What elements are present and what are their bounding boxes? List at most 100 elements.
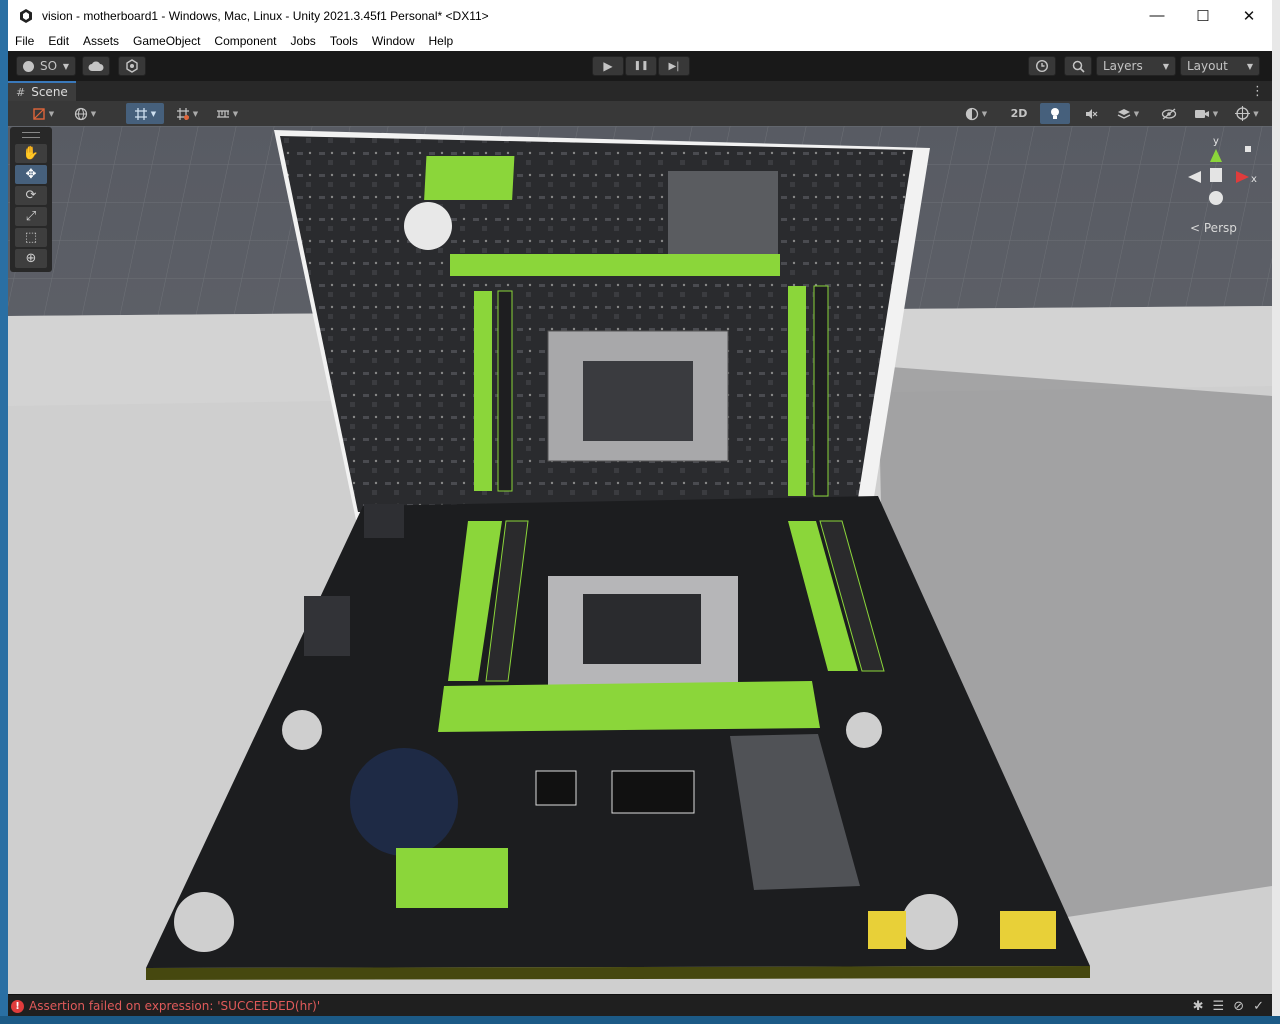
collab-button[interactable] (118, 56, 146, 76)
step-button[interactable]: ▶| (658, 56, 690, 76)
motherboard-edge (146, 966, 1090, 980)
tab-scene-label: Scene (31, 85, 68, 99)
search-button[interactable] (1064, 56, 1092, 76)
grid-visibility-icon (176, 107, 189, 120)
transform-icon: ⊕ (25, 251, 37, 266)
cache-server-icon[interactable]: ☰ (1213, 999, 1225, 1014)
global-local-dropdown[interactable]: ▼ (66, 103, 104, 124)
audio-toggle[interactable] (1076, 103, 1106, 124)
layout-dropdown[interactable]: Layout ▼ (1180, 56, 1260, 76)
rotate-tool-button[interactable]: ⟳ (15, 186, 47, 205)
light-bulb-icon (1051, 107, 1059, 119)
scene-toolbar: ▼ ▼ ▼ ▼ ▼ ▼ 2D ▼ ▼ ▼ (8, 101, 1272, 126)
palette-drag-handle[interactable] (22, 132, 40, 138)
cpu-socket-cover-top (583, 361, 693, 441)
menu-file[interactable]: File (8, 31, 41, 51)
fan-header-3d-3 (282, 710, 322, 750)
cmos-battery-3d (350, 748, 458, 856)
increment-snapping-dropdown[interactable]: ▼ (208, 103, 246, 124)
status-bar: ! Assertion failed on expression: 'SUCCE… (8, 994, 1272, 1017)
jumper-yellow-1 (868, 911, 906, 949)
ram-slot-top-2 (497, 290, 513, 492)
shading-mode-dropdown[interactable]: ▼ (956, 103, 996, 124)
fan-header-3d-2 (902, 894, 958, 950)
eye-slash-icon (1161, 108, 1177, 119)
gizmos-dropdown[interactable]: ▼ (1228, 103, 1266, 124)
scale-tool-button[interactable]: ⤢ (15, 207, 47, 226)
chipset-heatsink-top (668, 171, 778, 261)
menu-tools[interactable]: Tools (323, 31, 365, 51)
menu-window[interactable]: Window (365, 31, 422, 51)
fan-header-3d-1 (174, 892, 234, 952)
scene-render: y x (8, 126, 1272, 994)
chevron-down-icon: ▼ (1246, 61, 1253, 71)
menu-help[interactable]: Help (422, 31, 461, 51)
effects-dropdown[interactable]: ▼ (1110, 103, 1146, 124)
play-button[interactable]: ▶ (592, 56, 624, 76)
lighting-toggle[interactable] (1040, 103, 1070, 124)
check-circle-icon[interactable]: ✓ (1253, 999, 1264, 1014)
grid-snapping-toggle[interactable]: ▼ (126, 103, 164, 124)
io-port-3d (304, 596, 350, 656)
sata-ports-3d (396, 848, 508, 908)
main-toolbar: SO ▼ ▶ ❚❚ ▶| Layers ▼ Layout ▼ (8, 51, 1272, 82)
console-status-message[interactable]: Assertion failed on expression: 'SUCCEED… (29, 999, 1193, 1013)
rect-transform-icon: ⬚ (24, 230, 38, 245)
account-icon (23, 60, 34, 72)
cloud-button[interactable] (82, 56, 110, 76)
chevron-down-icon: ▼ (1162, 61, 1169, 71)
minimize-button[interactable]: — (1134, 0, 1180, 31)
chevron-down-icon: ▼ (981, 109, 988, 118)
speaker-mute-icon (1086, 108, 1098, 119)
maximize-button[interactable]: ☐ (1180, 0, 1226, 31)
menu-gameobject[interactable]: GameObject (126, 31, 207, 51)
layers-dropdown[interactable]: Layers ▼ (1096, 56, 1176, 76)
hand-tool-button[interactable]: ✋ (15, 144, 47, 163)
transform-tool-button[interactable]: ⊕ (15, 249, 47, 268)
pcie-slot-3d (438, 681, 820, 732)
more-options-icon[interactable]: ⋮ (1251, 84, 1264, 99)
history-button[interactable] (1028, 56, 1056, 76)
draw-mode-dropdown[interactable]: ▼ (24, 103, 62, 124)
menu-jobs[interactable]: Jobs (283, 31, 322, 51)
menu-assets[interactable]: Assets (76, 31, 126, 51)
chevron-down-icon: ▼ (1133, 109, 1140, 118)
ram-slot-top-4 (813, 285, 829, 497)
bug-icon[interactable]: ✱ (1193, 999, 1204, 1014)
chip-3d-2 (535, 770, 577, 806)
window-title: vision - motherboard1 - Windows, Mac, Li… (42, 8, 489, 23)
close-button[interactable]: ✕ (1226, 0, 1272, 31)
tool-palette: ✋ ✥ ⟳ ⤢ ⬚ ⊕ (10, 127, 52, 272)
chevron-down-icon: ▼ (62, 61, 69, 71)
grid-visibility-dropdown[interactable]: ▼ (168, 103, 206, 124)
menu-bar: File Edit Assets GameObject Component Jo… (8, 31, 1272, 51)
desktop-background-left (0, 0, 8, 1016)
sphere-icon (965, 107, 978, 120)
move-tool-button[interactable]: ✥ (15, 165, 47, 184)
progress-spinner-icon[interactable]: ⊘ (1233, 999, 1244, 1014)
pcie-slot-top (424, 156, 515, 200)
account-label: SO (40, 59, 58, 73)
tab-scene[interactable]: # Scene (8, 81, 76, 101)
menu-edit[interactable]: Edit (41, 31, 76, 51)
cmos-battery-top (404, 202, 452, 250)
2d-mode-toggle[interactable]: 2D (1004, 103, 1034, 124)
scale-icon: ⤢ (25, 209, 37, 224)
menu-component[interactable]: Component (207, 31, 283, 51)
chevron-down-icon: ▼ (90, 109, 97, 118)
rect-tool-button[interactable]: ⬚ (15, 228, 47, 247)
hand-icon: ✋ (22, 146, 40, 161)
error-icon: ! (11, 999, 24, 1013)
io-block-3d (364, 504, 404, 538)
camera-settings-dropdown[interactable]: ▼ (1188, 103, 1224, 124)
chevron-down-icon: ▼ (1253, 109, 1259, 118)
effects-layers-icon (1117, 108, 1131, 119)
search-icon (1072, 60, 1085, 73)
chevron-down-icon: ▼ (48, 109, 55, 118)
account-dropdown[interactable]: SO ▼ (16, 56, 76, 76)
chevron-down-icon: ▼ (192, 109, 199, 118)
projection-toggle[interactable]: < Persp (1190, 221, 1237, 235)
pause-button[interactable]: ❚❚ (625, 56, 657, 76)
hidden-objects-toggle[interactable] (1154, 103, 1184, 124)
scene-viewport[interactable]: y x (8, 126, 1272, 994)
